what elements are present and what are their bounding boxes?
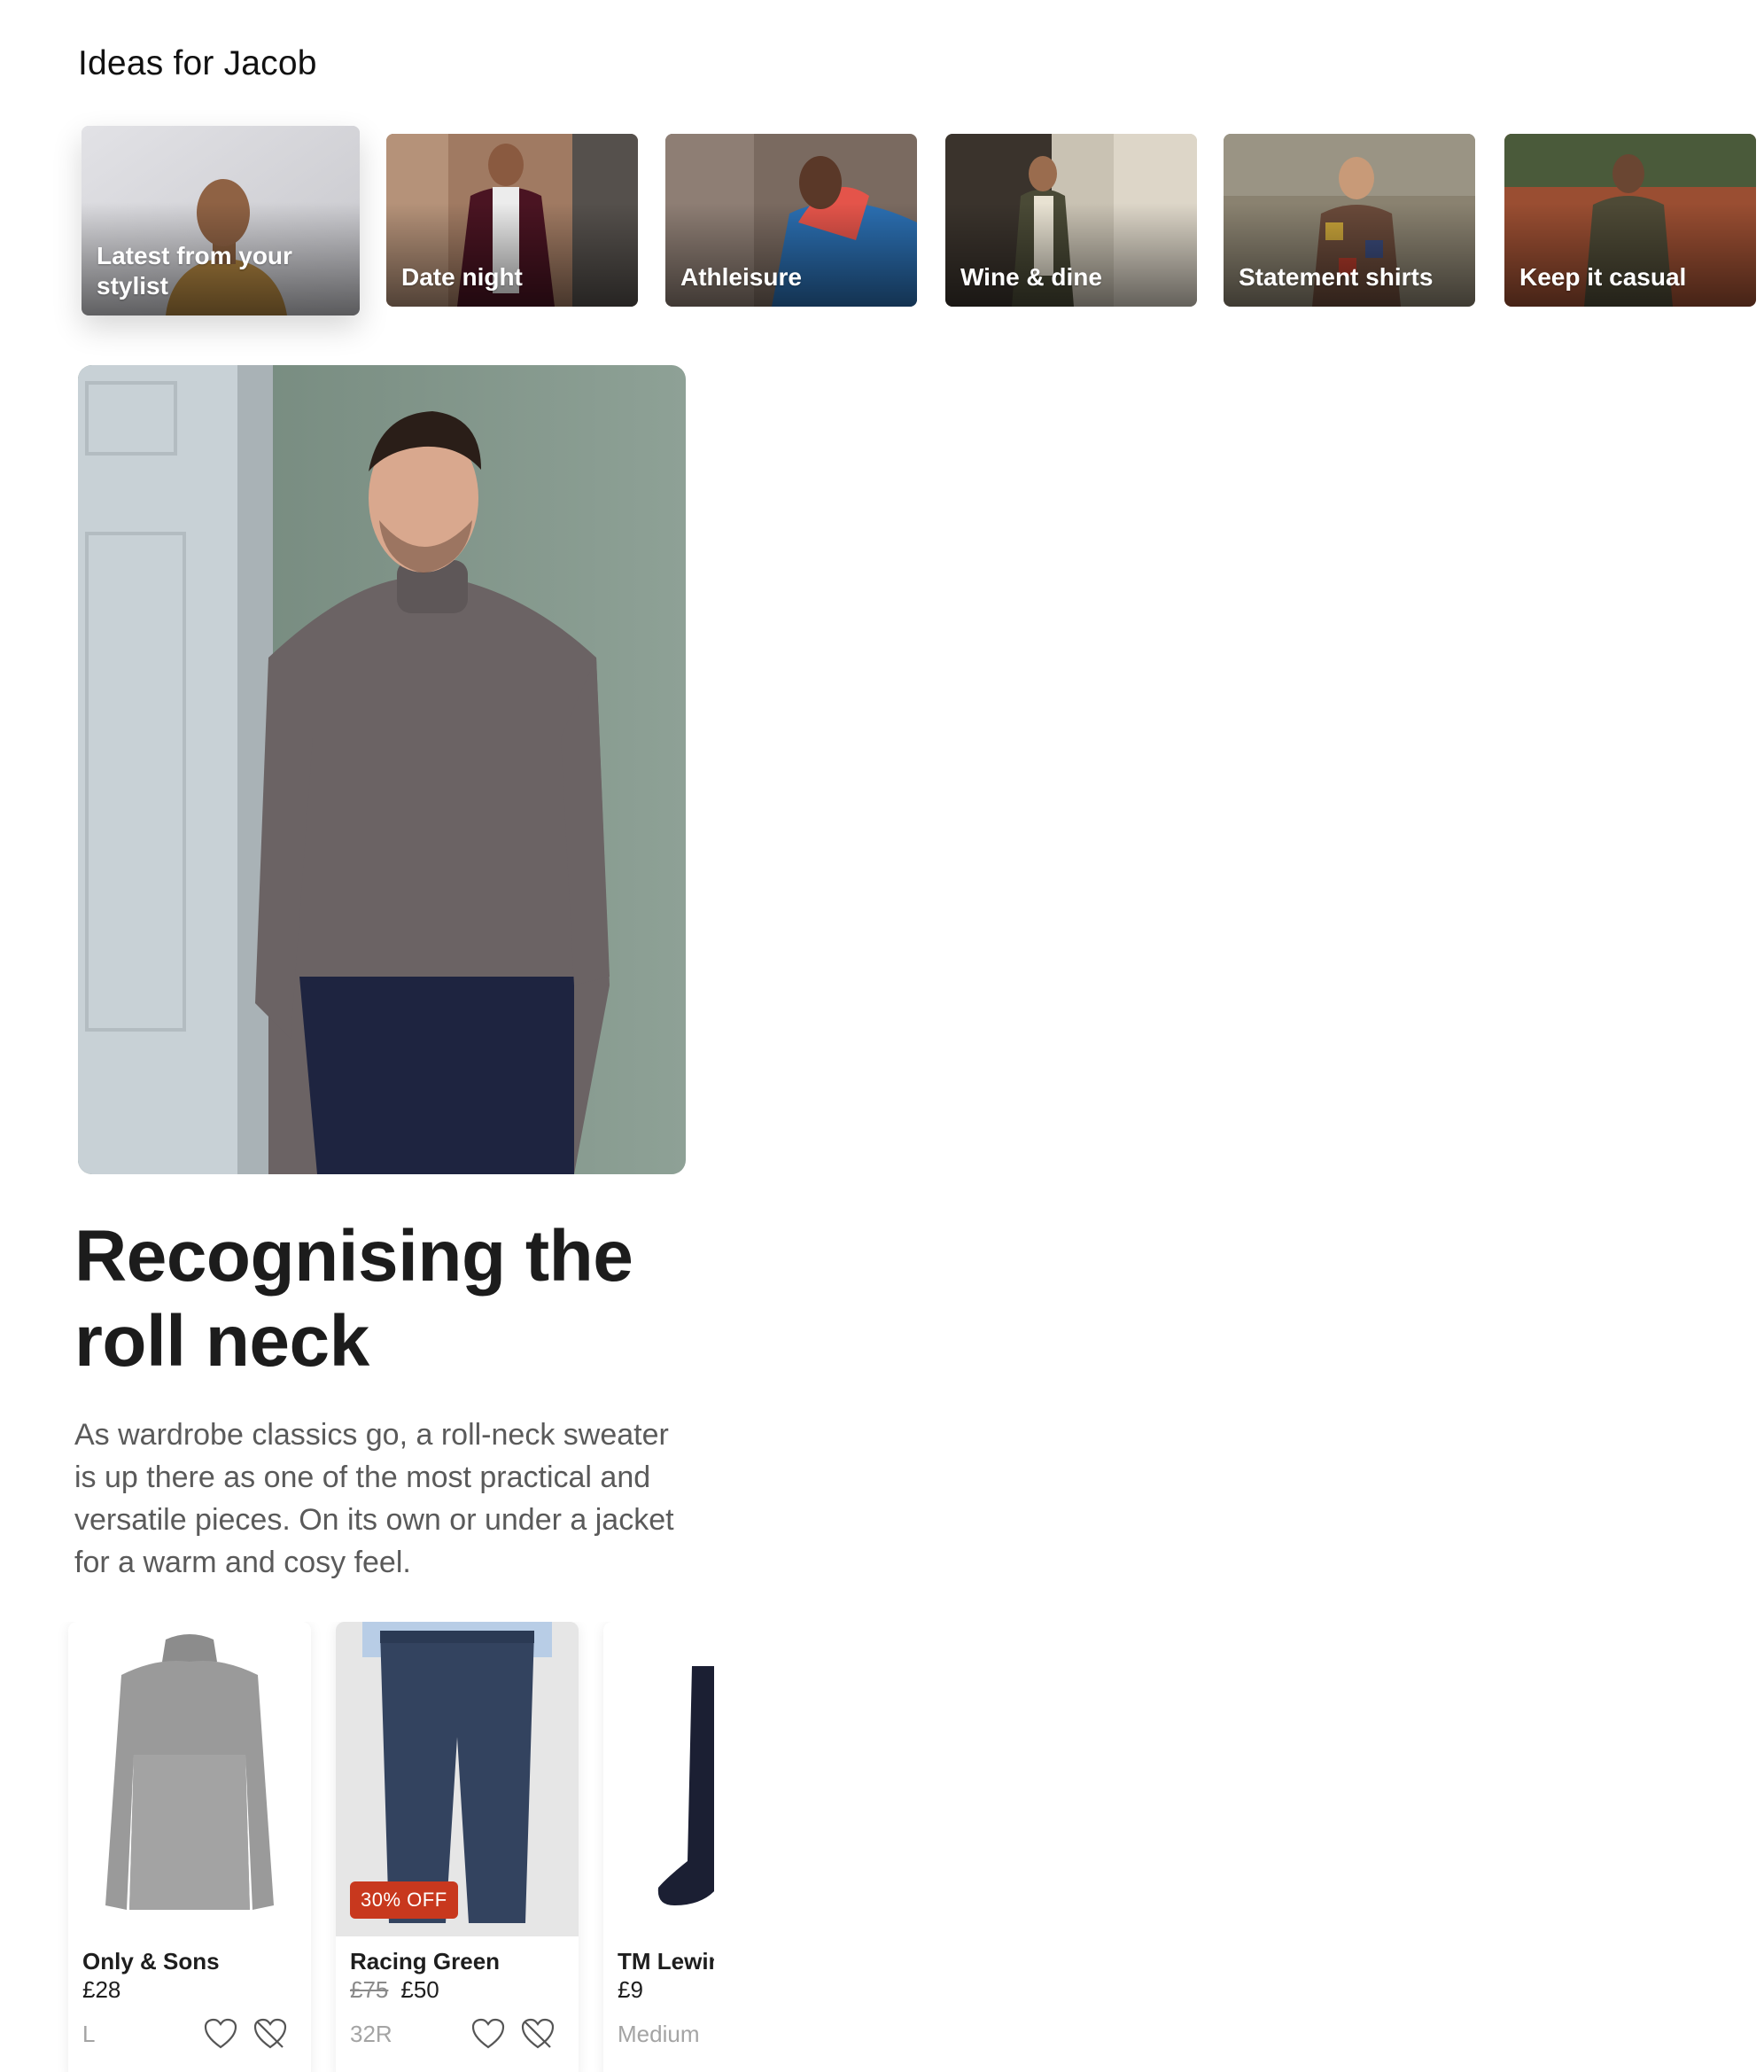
product-price-row: £75 £50 <box>350 1976 439 2004</box>
idea-tile-label: Latest from your stylist <box>97 242 292 300</box>
product-card[interactable]: Only & Sons £28 L <box>68 1622 311 2072</box>
broken-heart-icon[interactable] <box>520 2017 556 2051</box>
idea-tile-label: Date night <box>401 263 523 291</box>
product-size: L <box>82 2021 96 2047</box>
heart-icon[interactable] <box>470 2017 506 2051</box>
product-price: £9 <box>618 1976 643 2003</box>
idea-tile-label: Statement shirts <box>1239 263 1434 291</box>
roll-neck-model-photo <box>78 365 686 1174</box>
navy-socks-image <box>657 1666 714 1905</box>
product-price: £28 <box>82 1976 121 2003</box>
article-title: Recognising the roll neck <box>74 1216 633 1382</box>
idea-tile-date-night[interactable]: Date night <box>386 134 638 307</box>
product-image[interactable] <box>68 1622 311 1936</box>
product-brand: TM Lewin <box>618 1948 714 1975</box>
idea-tile-keep-it-casual[interactable]: Keep it casual <box>1504 134 1756 307</box>
product-price: £50 <box>400 1976 439 2003</box>
idea-tile-statement-shirts[interactable]: Statement shirts <box>1224 134 1475 307</box>
product-image[interactable] <box>603 1622 714 1936</box>
product-size: Medium <box>618 2021 700 2047</box>
product-size: 32R <box>350 2021 392 2047</box>
product-brand: Only & Sons <box>82 1948 220 1975</box>
discount-badge: 30% OFF <box>350 1881 458 1919</box>
idea-tile-label: Wine & dine <box>960 263 1102 291</box>
article-hero-image[interactable] <box>78 365 686 1174</box>
idea-tile-athleisure[interactable]: Athleisure <box>665 134 917 307</box>
grey-roll-neck-sweater-image <box>105 1634 274 1910</box>
heart-icon[interactable] <box>203 2017 238 2051</box>
product-price-row: £28 <box>82 1976 120 2004</box>
product-brand: Racing Green <box>350 1948 501 1975</box>
idea-tile-label: Athleisure <box>680 263 802 291</box>
idea-tile-latest-from-stylist[interactable]: Latest from your stylist <box>82 126 360 315</box>
section-title: Ideas for Jacob <box>78 44 317 82</box>
broken-heart-icon[interactable] <box>253 2017 288 2051</box>
product-carousel[interactable]: Only & Sons £28 L 30% OFF Racing Green £… <box>53 1622 714 2072</box>
idea-tile-label: Keep it casual <box>1519 263 1687 291</box>
product-card[interactable]: TM Lewin £9 Medium <box>603 1622 714 2072</box>
product-was-price: £75 <box>350 1976 389 2003</box>
product-card[interactable]: 30% OFF Racing Green £75 £50 32R <box>336 1622 579 2072</box>
product-price-row: £9 <box>618 1976 643 2004</box>
article-body: As wardrobe classics go, a roll-neck swe… <box>74 1418 674 1579</box>
idea-tile-wine-and-dine[interactable]: Wine & dine <box>945 134 1197 307</box>
